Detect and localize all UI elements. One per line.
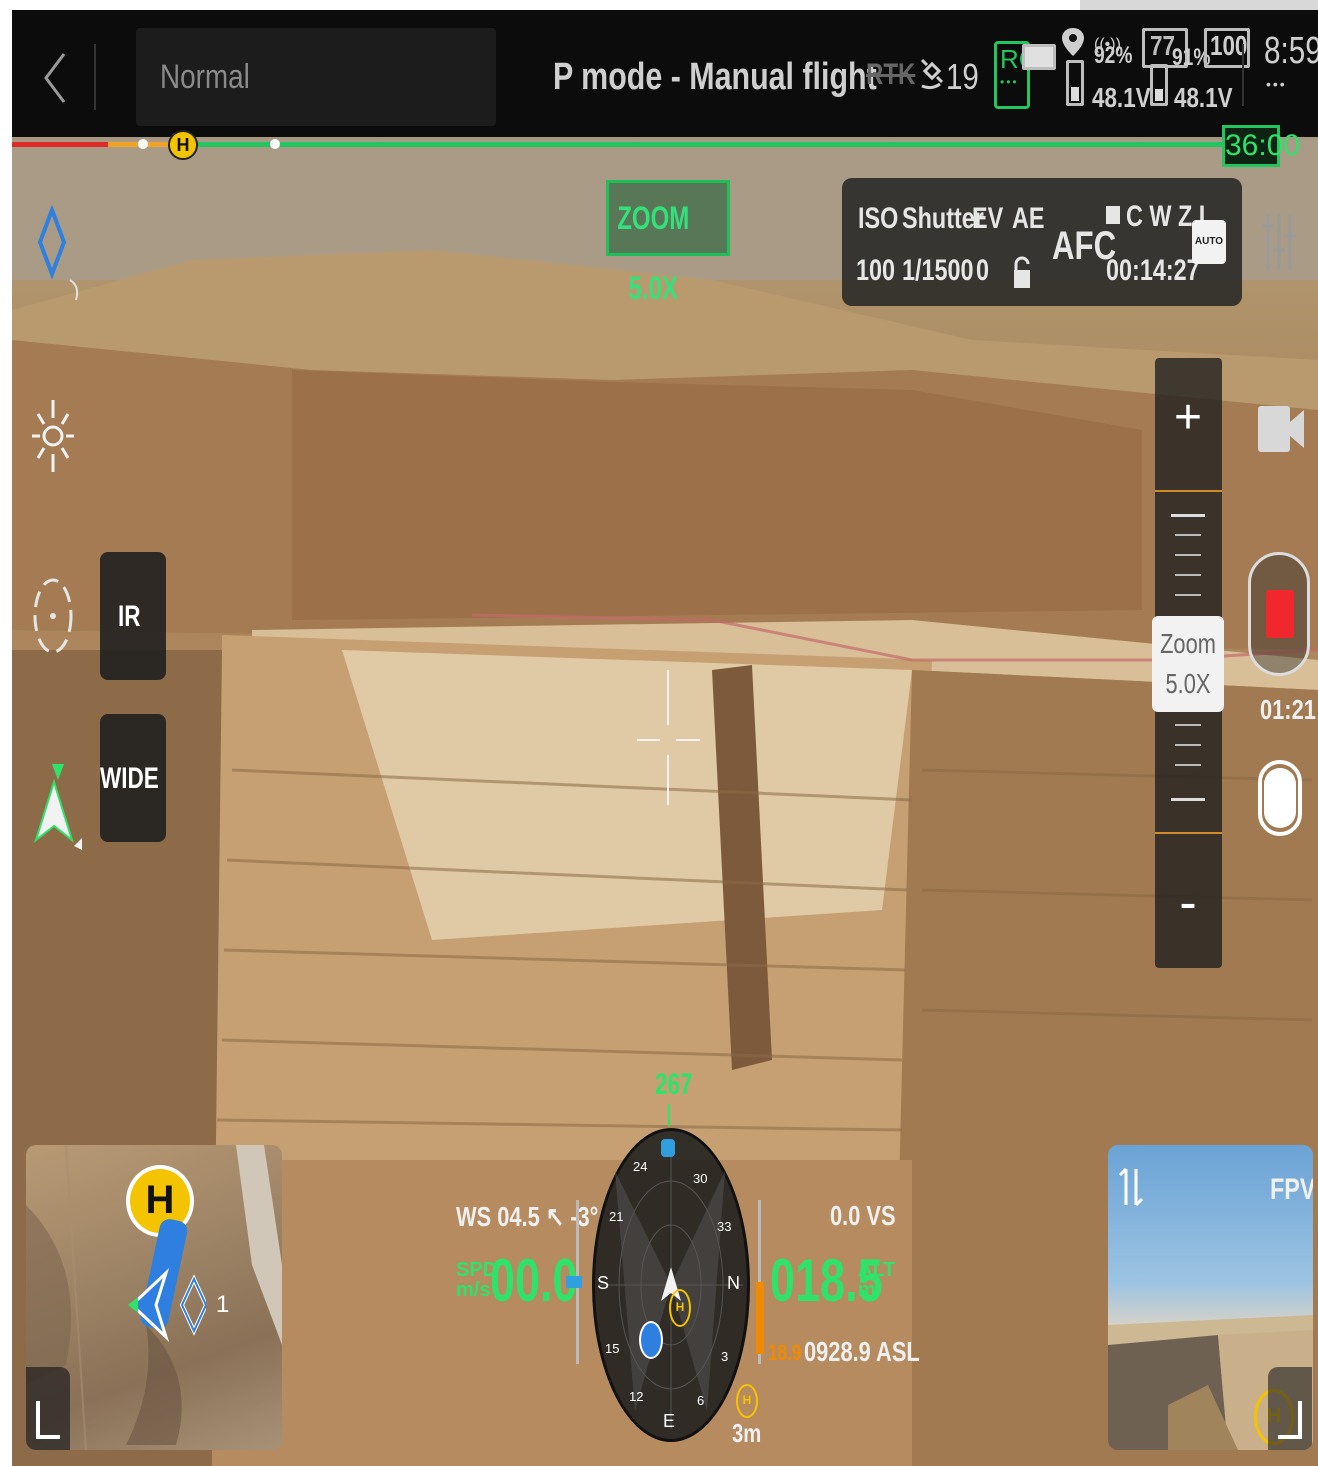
satellite-count: 19 <box>946 56 979 97</box>
top-edge-strip <box>1080 0 1318 10</box>
remaining-flight-time: 36:00 <box>1222 125 1300 167</box>
ae-lock-icon[interactable] <box>1012 256 1032 295</box>
compass-heading-marker <box>661 1139 675 1157</box>
compass-12: 12 <box>629 1389 644 1404</box>
auto-mode-icon[interactable]: AUTO <box>1192 220 1226 264</box>
zoom-tick <box>1175 554 1201 556</box>
sun-exposure-icon[interactable] <box>28 396 78 481</box>
rtk-status[interactable]: RTK <box>866 58 915 92</box>
compass-30: 30 <box>693 1171 708 1186</box>
gps-pin-icon <box>1060 26 1086 63</box>
signal-percent: 92% <box>1094 42 1133 69</box>
fpv-expand-button[interactable] <box>1268 1367 1312 1450</box>
video-mode-icon[interactable] <box>1256 398 1306 463</box>
flight-mode-title: P mode - Manual flight <box>553 56 877 98</box>
zoom-tick <box>1171 798 1205 801</box>
compass-24: 24 <box>633 1159 648 1174</box>
zoom-tick <box>1175 764 1201 766</box>
zoom-out-button[interactable]: - <box>1163 877 1213 929</box>
shutter-value: 1/1500 <box>902 254 974 287</box>
zoom-range-bottom-line <box>1155 832 1222 834</box>
zoom-tick <box>1175 724 1201 726</box>
zoom-badge: ZOOM 5.0X <box>606 180 730 306</box>
progress-remaining-segment <box>180 142 1225 147</box>
progress-low-segment <box>12 142 108 147</box>
flight-mode-label: Normal <box>160 58 250 96</box>
back-divider <box>94 44 96 110</box>
fpv-camera-window[interactable]: FPV H <box>1108 1145 1313 1450</box>
heading-indicator <box>668 1104 670 1126</box>
satellite-icon <box>918 56 946 97</box>
home-direction-icon: H <box>736 1384 758 1418</box>
ir-camera-button[interactable]: IR <box>100 552 166 680</box>
target-lock-icon[interactable] <box>30 576 76 661</box>
compass-21: 21 <box>609 1209 624 1224</box>
zoom-in-button[interactable]: + <box>1163 394 1213 442</box>
compass-east: E <box>663 1411 676 1431</box>
compass-33: 33 <box>717 1219 732 1234</box>
battery2-icon <box>1150 64 1168 106</box>
altitude-small: 18.9 <box>768 1340 802 1365</box>
home-marker: H <box>168 130 198 160</box>
compass-6: 6 <box>697 1393 705 1408</box>
map-aircraft-icon <box>126 1265 209 1350</box>
heading-value: 267 <box>655 1068 693 1101</box>
fpv-label: FPV <box>1270 1173 1313 1206</box>
home-distance: 3m <box>732 1418 762 1448</box>
clock-divider <box>1242 44 1244 106</box>
iso-value: 100 <box>856 254 896 287</box>
progress-marker <box>270 139 280 149</box>
shutter-inner <box>1264 768 1296 828</box>
battery1-voltage: 48.1V <box>1092 82 1151 113</box>
record-elapsed: 01:21 <box>1260 694 1316 725</box>
compass-south: S <box>597 1273 610 1293</box>
camera-settings-sliders-icon[interactable] <box>1262 210 1296 279</box>
compass-15: 15 <box>605 1341 620 1356</box>
record-time-left: 00:14:27 <box>1106 254 1200 287</box>
asl-altitude: 0928.9 ASL <box>804 1336 920 1367</box>
zoom-tick <box>1175 534 1201 536</box>
zoom-tick <box>1175 594 1201 596</box>
wide-camera-button[interactable]: WIDE <box>100 714 166 842</box>
record-stop-icon <box>1266 590 1294 638</box>
waypoint-diamond-icon[interactable] <box>36 204 86 307</box>
zoom-tooltip-title: Zoom <box>1160 628 1216 659</box>
more-dots-icon[interactable]: ••• <box>1266 76 1287 92</box>
aircraft-orientation-icon[interactable] <box>32 760 84 861</box>
altitude-fill <box>756 1282 764 1354</box>
map-expand-button[interactable] <box>26 1367 70 1450</box>
compass-pilot-marker <box>639 1321 663 1359</box>
zoom-tooltip: Zoom 5.0X <box>1152 616 1224 712</box>
zoom-tooltip-value: 5.0X <box>1165 668 1211 699</box>
compass-home-marker: H <box>669 1289 691 1327</box>
battery2-voltage: 48.1V <box>1174 82 1233 113</box>
ev-label: EV <box>972 202 1004 235</box>
sd-card-icon <box>1106 206 1120 224</box>
progress-marker <box>138 139 148 149</box>
zoom-tick <box>1175 574 1201 576</box>
clock: 8:59 <box>1264 30 1318 72</box>
iso-label: ISO <box>858 202 899 235</box>
speed-pointer <box>566 1276 582 1288</box>
swap-camera-icon[interactable] <box>1118 1165 1144 1214</box>
compass-north: N <box>727 1273 740 1293</box>
altitude-label: ALT m <box>858 1259 896 1301</box>
zoom-tick <box>1171 514 1205 517</box>
ae-label: AE <box>1012 202 1045 235</box>
video-transmission-icon <box>1022 44 1056 70</box>
vertical-speed: 0.0 VS <box>830 1200 896 1231</box>
mini-map[interactable]: H 1 <box>26 1145 282 1450</box>
battery1-icon <box>1066 60 1084 106</box>
compass-3: 3 <box>721 1349 729 1364</box>
waypoint-index: 1 <box>216 1291 230 1318</box>
back-chevron-icon[interactable] <box>40 50 70 111</box>
attitude-compass[interactable]: N E S 30 33 24 21 15 12 6 3 H <box>592 1128 750 1442</box>
ev-value: 0 <box>976 254 990 287</box>
zoom-tick <box>1175 744 1201 746</box>
zoom-range-top-line <box>1155 490 1222 492</box>
horizontal-speed: 00.0 <box>490 1247 578 1314</box>
